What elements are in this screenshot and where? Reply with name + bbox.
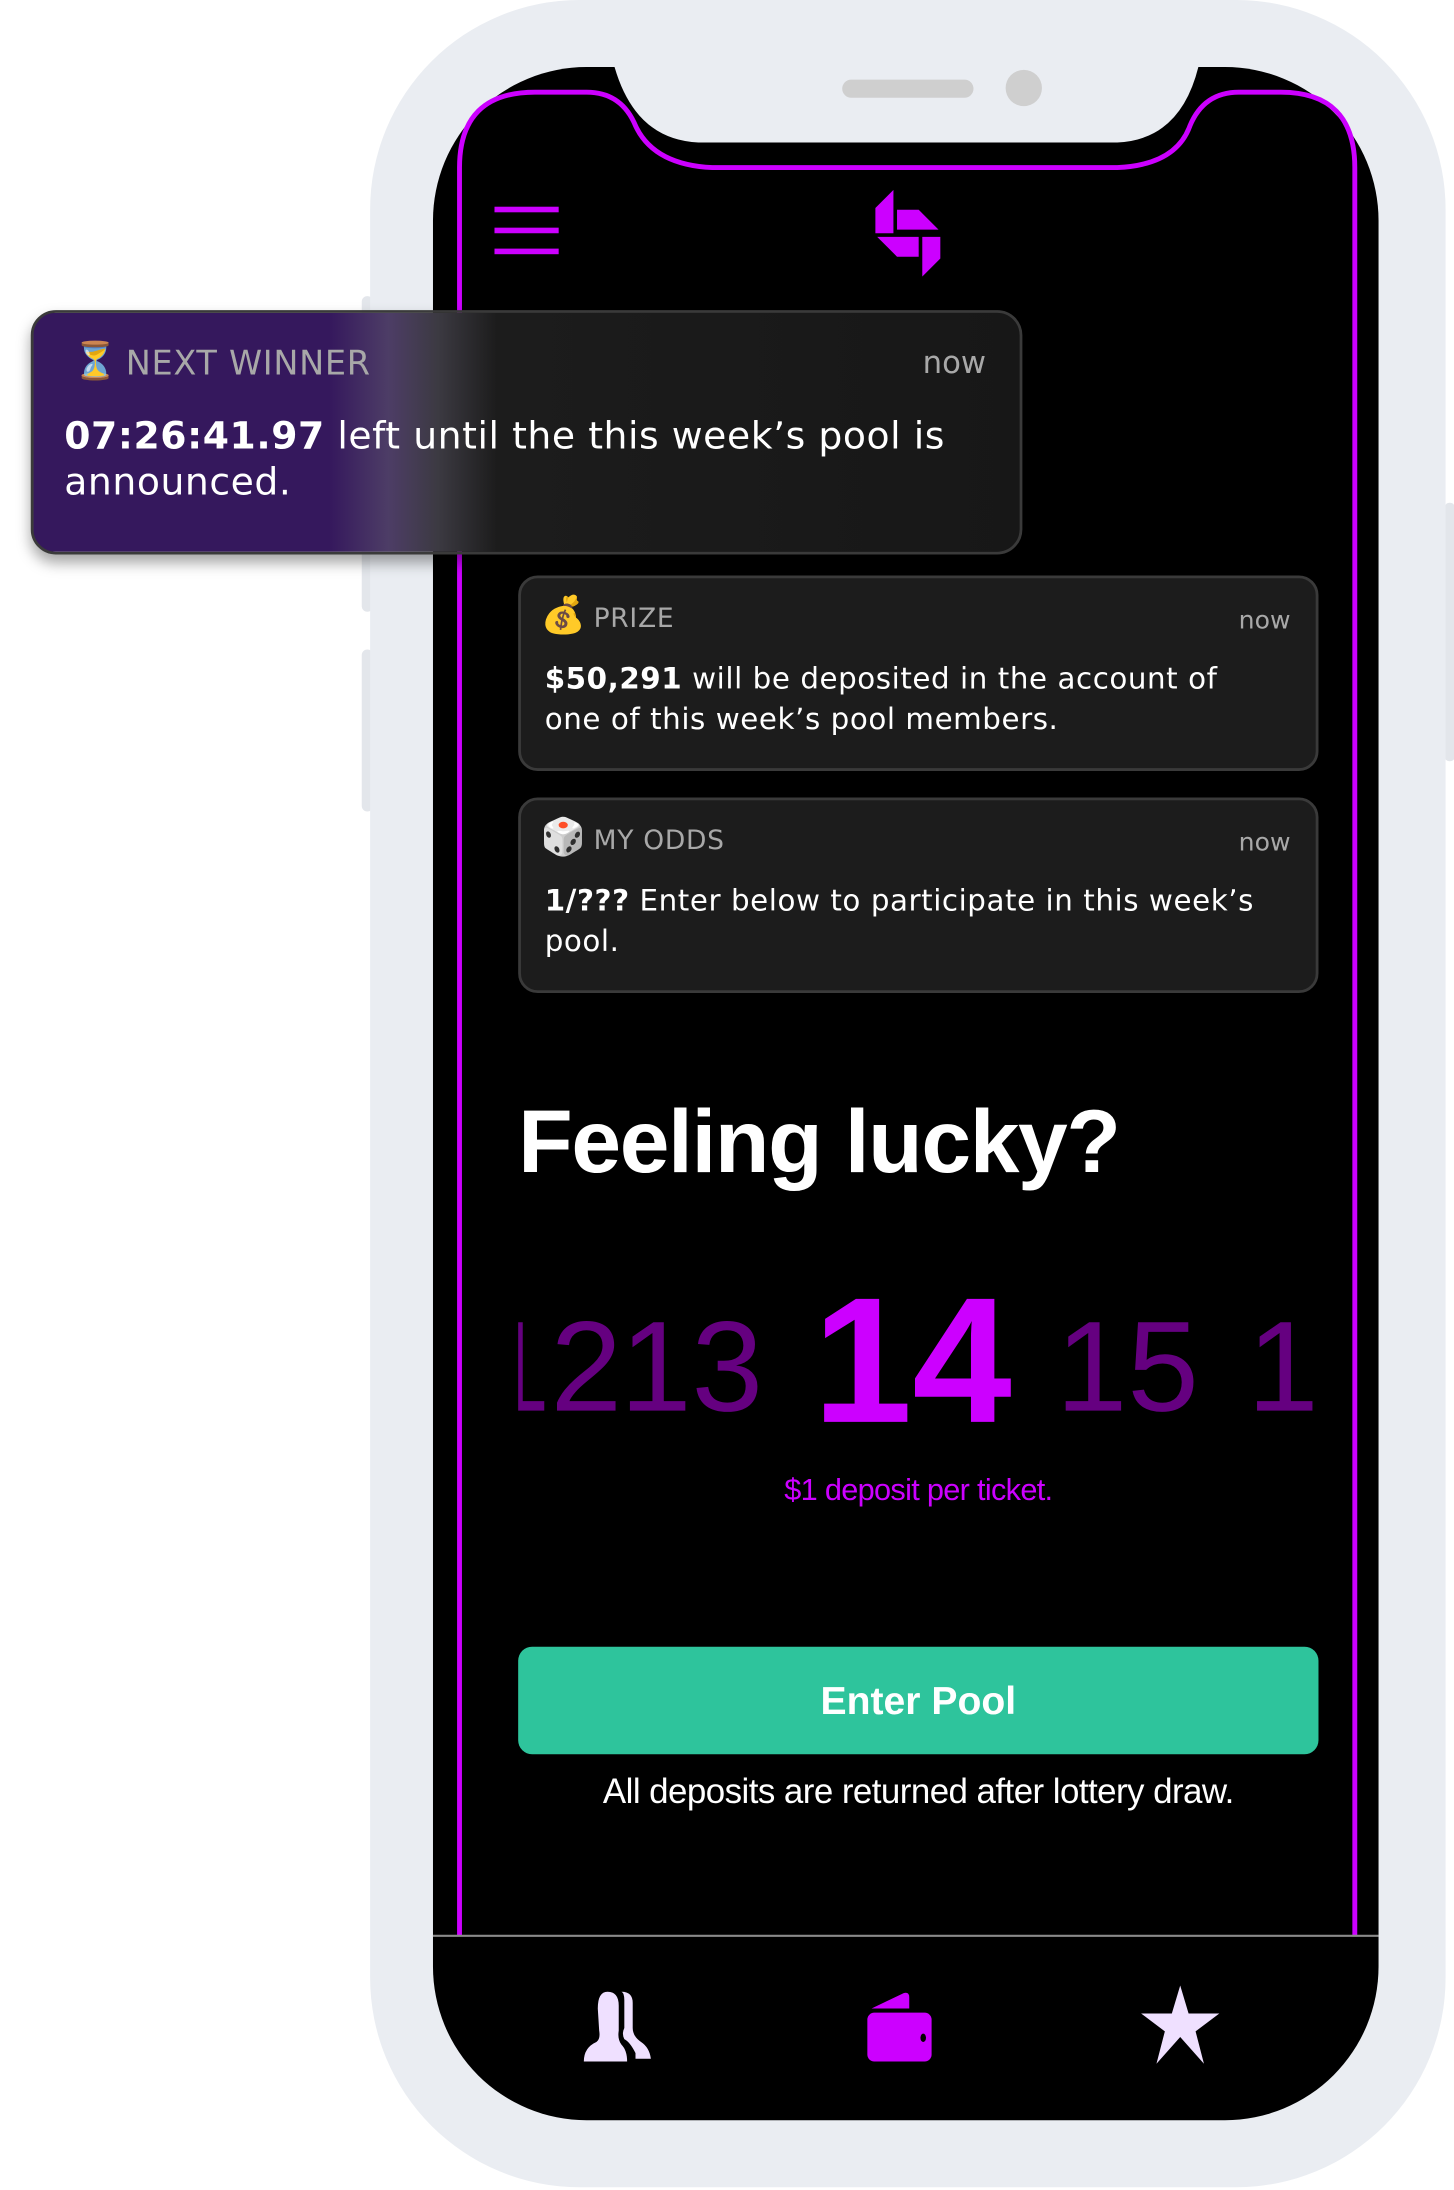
card-time: now: [1238, 606, 1291, 636]
ticket-number[interactable]: 13: [620, 1298, 763, 1438]
users-icon[interactable]: [580, 1989, 664, 2064]
money-bag-icon: 💰: [540, 594, 586, 637]
countdown: 07:26:41.97: [64, 414, 325, 459]
page-heading: Feeling lucky?: [518, 1090, 1121, 1192]
card-time: now: [1238, 828, 1291, 858]
wallet-icon[interactable]: [865, 1992, 938, 2065]
odds-card: 🎲 MY ODDS now 1/??? Enter below to parti…: [518, 797, 1319, 994]
footer-note: All deposits are returned after lottery …: [602, 1772, 1234, 1812]
card-message: Enter below to participate in this week’…: [544, 884, 1254, 959]
ticket-number[interactable]: 12: [518, 1298, 622, 1438]
prize-card: 💰 PRIZE now $50,291 will be deposited in…: [518, 575, 1319, 771]
logo-icon: [875, 189, 941, 277]
enter-pool-button[interactable]: Enter Pool: [518, 1646, 1319, 1755]
notification-body: 07:26:41.97 left until the this week’s p…: [64, 413, 963, 505]
dice-icon: 🎲: [540, 817, 586, 859]
card-body: 1/??? Enter below to participate in this…: [545, 881, 1260, 962]
hourglass-icon: ⏳: [72, 340, 118, 383]
stage: ⏳ NEXT WINNER now 07:26:41.97 left until…: [0, 0, 1454, 2190]
notification-time: now: [922, 346, 987, 382]
star-icon[interactable]: [1138, 1983, 1222, 2064]
menu-icon[interactable]: [494, 204, 561, 257]
ticket-number-picker[interactable]: 12 13 14 15 16: [518, 1292, 1318, 1446]
deposit-note: $1 deposit per ticket.: [784, 1472, 1053, 1508]
prize-amount: $50,291: [544, 662, 683, 696]
ticket-number[interactable]: 16: [1247, 1298, 1318, 1438]
camera: [1005, 69, 1042, 107]
ticket-number-selected[interactable]: 14: [813, 1292, 1012, 1446]
odds-value: 1/???: [544, 884, 630, 918]
card-title: MY ODDS: [593, 825, 725, 857]
ticket-number[interactable]: 15: [1056, 1298, 1199, 1438]
next-winner-notification[interactable]: ⏳ NEXT WINNER now 07:26:41.97 left until…: [30, 310, 1023, 555]
card-body: $50,291 will be deposited in the account…: [545, 659, 1260, 740]
speaker: [842, 79, 974, 98]
notification-title: NEXT WINNER: [125, 343, 371, 383]
card-title: PRIZE: [593, 603, 675, 635]
